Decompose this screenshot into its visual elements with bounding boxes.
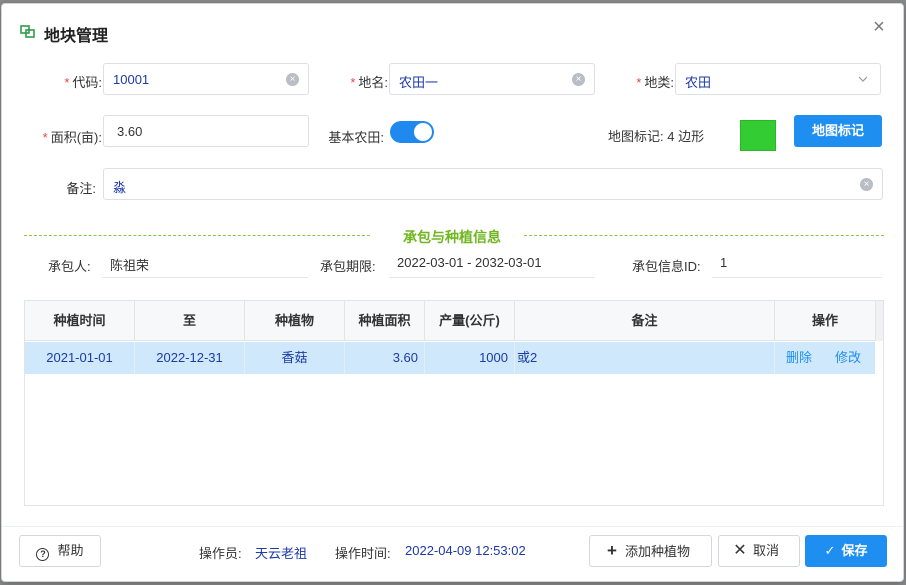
delete-link[interactable]: 删除 — [786, 342, 812, 374]
dialog-header: 地块管理 × — [2, 4, 903, 56]
x-icon: ✕ — [733, 542, 747, 559]
basic-farmland-label: 基本农田: — [328, 130, 384, 145]
name-input[interactable]: 农田一 × — [389, 63, 595, 95]
clear-icon[interactable]: × — [572, 73, 585, 86]
clear-icon[interactable]: × — [286, 73, 299, 86]
remark-label: 备注: — [66, 181, 96, 196]
planting-table: 种植时间 至 种植物 种植面积 产量(公斤) 备注 操作 2021-01-01 … — [24, 300, 884, 506]
check-icon: ✓ — [824, 543, 836, 558]
operator-value: 天云老祖 — [255, 546, 308, 561]
name-value: 农田一 — [399, 75, 439, 90]
layers-icon — [20, 25, 35, 38]
name-label: * 地名: — [350, 75, 388, 90]
add-crop-button[interactable]: + 添加种植物 — [589, 535, 712, 567]
col-end-date[interactable]: 至 — [135, 301, 245, 341]
table-header: 种植时间 至 种植物 种植面积 产量(公斤) 备注 操作 — [25, 301, 875, 341]
col-remark[interactable]: 备注 — [515, 301, 775, 341]
dialog-title: 地块管理 — [44, 28, 109, 45]
contractor-value: 陈祖荣 — [102, 248, 308, 278]
area-value: 3.60 — [117, 124, 143, 139]
col-actions: 操作 — [811, 313, 838, 328]
map-mark-button[interactable]: 地图标记 — [794, 115, 882, 147]
col-yield[interactable]: 产量(公斤) — [425, 301, 515, 341]
map-mark-info: 地图标记: 4 边形 — [608, 129, 705, 144]
type-value: 农田 — [685, 75, 712, 90]
toggle-knob — [414, 123, 432, 141]
remark-value: 淼 — [113, 180, 127, 195]
contract-id-value: 1 — [712, 248, 882, 278]
cell-yield: 1000 — [425, 342, 515, 374]
area-input[interactable]: 3.60 — [103, 115, 309, 147]
code-input[interactable]: 10001 × — [103, 63, 309, 95]
cell-crop: 香菇 — [245, 342, 345, 374]
clear-icon[interactable]: × — [860, 178, 873, 191]
contractor-label: 承包人: — [48, 259, 91, 274]
operation-time-label: 操作时间: — [335, 546, 391, 561]
map-mark-color-swatch[interactable] — [740, 120, 776, 151]
basic-farmland-toggle[interactable] — [390, 121, 434, 143]
land-plot-dialog: 地块管理 × * 代码: 10001 × * 地名: 农田一 × * 地类: 农田 *… — [1, 3, 904, 582]
operation-time-value: 2022-04-09 12:53:02 — [405, 543, 526, 558]
plus-icon: + — [607, 541, 617, 560]
help-icon: ? — [36, 548, 50, 561]
chevron-down-icon — [858, 76, 868, 82]
cell-end-date: 2022-12-31 — [135, 342, 245, 374]
section-divider-right — [524, 235, 884, 236]
table-row[interactable]: 2021-01-01 2022-12-31 香菇 3.60 1000 或2 删除… — [25, 342, 875, 374]
col-start-date[interactable]: 种植时间 — [25, 301, 135, 341]
table-scrollbar-corner — [875, 301, 883, 341]
close-icon[interactable]: × — [869, 17, 889, 38]
operator-label: 操作员: — [199, 546, 242, 561]
type-select[interactable]: 农田 — [675, 63, 881, 95]
cell-actions: 删除 修改 — [775, 342, 875, 374]
contract-id-label: 承包信息ID: — [632, 259, 701, 274]
cell-remark: 或2 — [515, 342, 775, 374]
footer-divider — [2, 526, 903, 527]
col-area[interactable]: 种植面积 — [345, 301, 425, 341]
remark-input[interactable]: 淼 × — [103, 168, 883, 200]
contract-period-value: 2022-03-01 - 2032-03-01 — [389, 248, 595, 278]
cell-area: 3.60 — [345, 342, 425, 374]
type-label: * 地类: — [636, 75, 674, 90]
cell-start-date: 2021-01-01 — [25, 342, 135, 374]
area-label: * 面积(亩): — [42, 130, 102, 145]
code-value: 10001 — [113, 72, 150, 87]
contract-period-label: 承包期限: — [320, 259, 376, 274]
cancel-button[interactable]: ✕ 取消 — [718, 535, 800, 567]
code-label: * 代码: — [64, 75, 102, 90]
col-crop[interactable]: 种植物 — [245, 301, 345, 341]
section-divider-left — [24, 235, 370, 236]
save-button[interactable]: ✓ 保存 — [805, 535, 887, 567]
section-title: 承包与种植信息 — [403, 229, 501, 245]
edit-link[interactable]: 修改 — [835, 342, 861, 374]
help-button[interactable]: ? 帮助 — [19, 535, 101, 567]
